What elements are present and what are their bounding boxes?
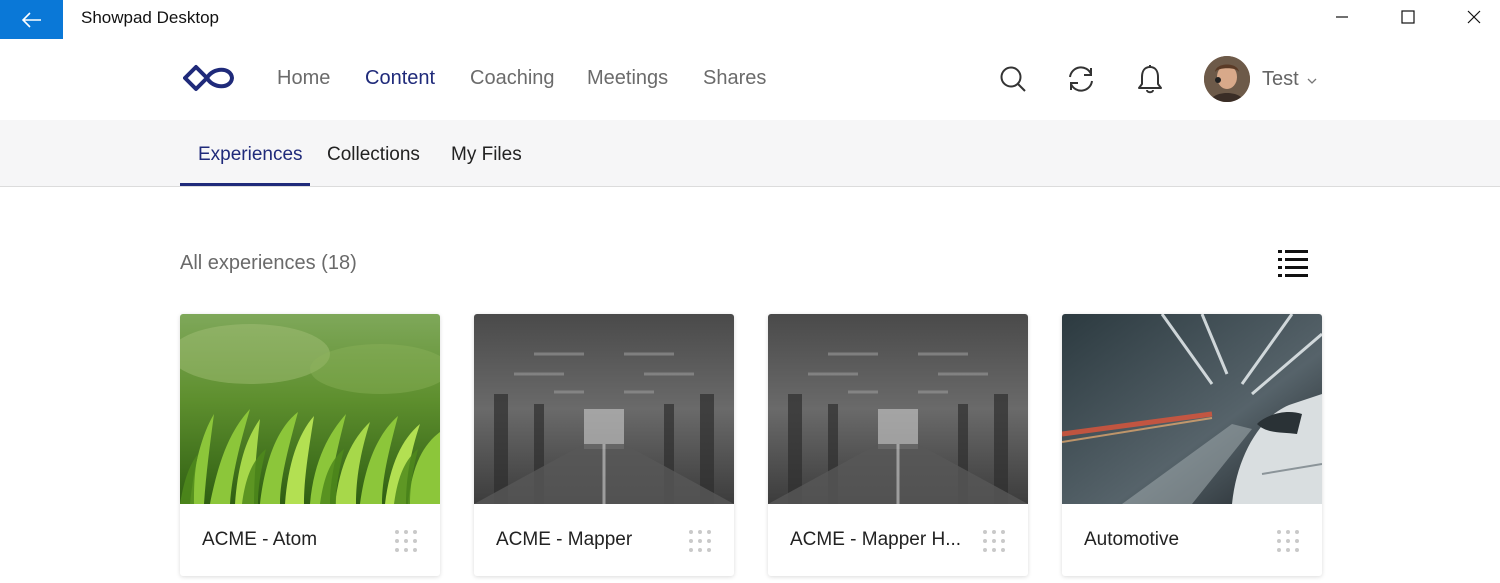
notifications-button[interactable] [1134, 63, 1166, 95]
user-menu-toggle[interactable] [1307, 72, 1317, 90]
car-image-icon [1062, 314, 1322, 504]
title-bar: Showpad Desktop [0, 0, 1500, 39]
drag-handle-icon[interactable] [1275, 528, 1301, 554]
card-thumbnail-hall [474, 314, 734, 504]
hall-image-icon [768, 314, 1028, 504]
nav-coaching[interactable]: Coaching [470, 67, 555, 90]
arrow-left-icon [21, 11, 41, 28]
tab-collections[interactable]: Collections [327, 144, 420, 166]
close-icon [1467, 10, 1481, 24]
nav-meetings[interactable]: Meetings [587, 67, 668, 90]
experience-card[interactable]: ACME - Mapper [474, 314, 734, 576]
user-photo-icon [1204, 56, 1250, 102]
maximize-button[interactable] [1376, 0, 1440, 34]
experience-card[interactable]: ACME - Mapper H... [768, 314, 1028, 576]
drag-handle-icon[interactable] [981, 528, 1007, 554]
sync-icon [1069, 66, 1093, 92]
nav-shares[interactable]: Shares [703, 67, 766, 90]
tab-my-files[interactable]: My Files [451, 144, 522, 166]
search-button[interactable] [997, 63, 1029, 95]
drag-handle-icon[interactable] [687, 528, 713, 554]
experience-card[interactable]: Automotive [1062, 314, 1322, 576]
minimize-icon [1336, 16, 1348, 18]
sync-button[interactable] [1065, 63, 1097, 95]
back-button[interactable] [0, 0, 63, 39]
nav-content[interactable]: Content [365, 67, 435, 90]
top-navigation: Home Content Coaching Meetings Shares Te… [0, 39, 1500, 120]
card-thumbnail-hall [768, 314, 1028, 504]
card-thumbnail-grass [180, 314, 440, 504]
list-view-toggle[interactable] [1276, 246, 1310, 280]
minimize-button[interactable] [1310, 0, 1374, 34]
search-icon [1000, 66, 1026, 92]
showpad-logo[interactable] [183, 63, 235, 98]
card-title: ACME - Mapper [496, 529, 633, 550]
card-title: Automotive [1084, 529, 1180, 550]
infinity-logo-icon [183, 65, 234, 91]
list-view-icon [1278, 250, 1308, 277]
experience-card[interactable]: ACME - Atom [180, 314, 440, 576]
card-thumbnail-car [1062, 314, 1322, 504]
user-name[interactable]: Test [1262, 68, 1299, 91]
card-title: ACME - Mapper H... [790, 529, 962, 550]
card-title: ACME - Atom [202, 529, 318, 550]
bell-icon [1138, 65, 1162, 94]
drag-handle-icon[interactable] [393, 528, 419, 554]
chevron-down-icon [1307, 78, 1317, 84]
hall-image-icon [474, 314, 734, 504]
grass-image-icon [180, 314, 440, 504]
tab-experiences[interactable]: Experiences [198, 144, 303, 166]
maximize-icon [1401, 10, 1415, 24]
content-subtabs: Experiences Collections My Files [0, 120, 1500, 187]
section-title: All experiences (18) [180, 252, 357, 274]
active-tab-indicator [180, 183, 310, 186]
app-title: Showpad Desktop [81, 8, 219, 27]
avatar[interactable] [1204, 56, 1250, 102]
nav-home[interactable]: Home [277, 67, 330, 90]
close-button[interactable] [1442, 0, 1500, 34]
